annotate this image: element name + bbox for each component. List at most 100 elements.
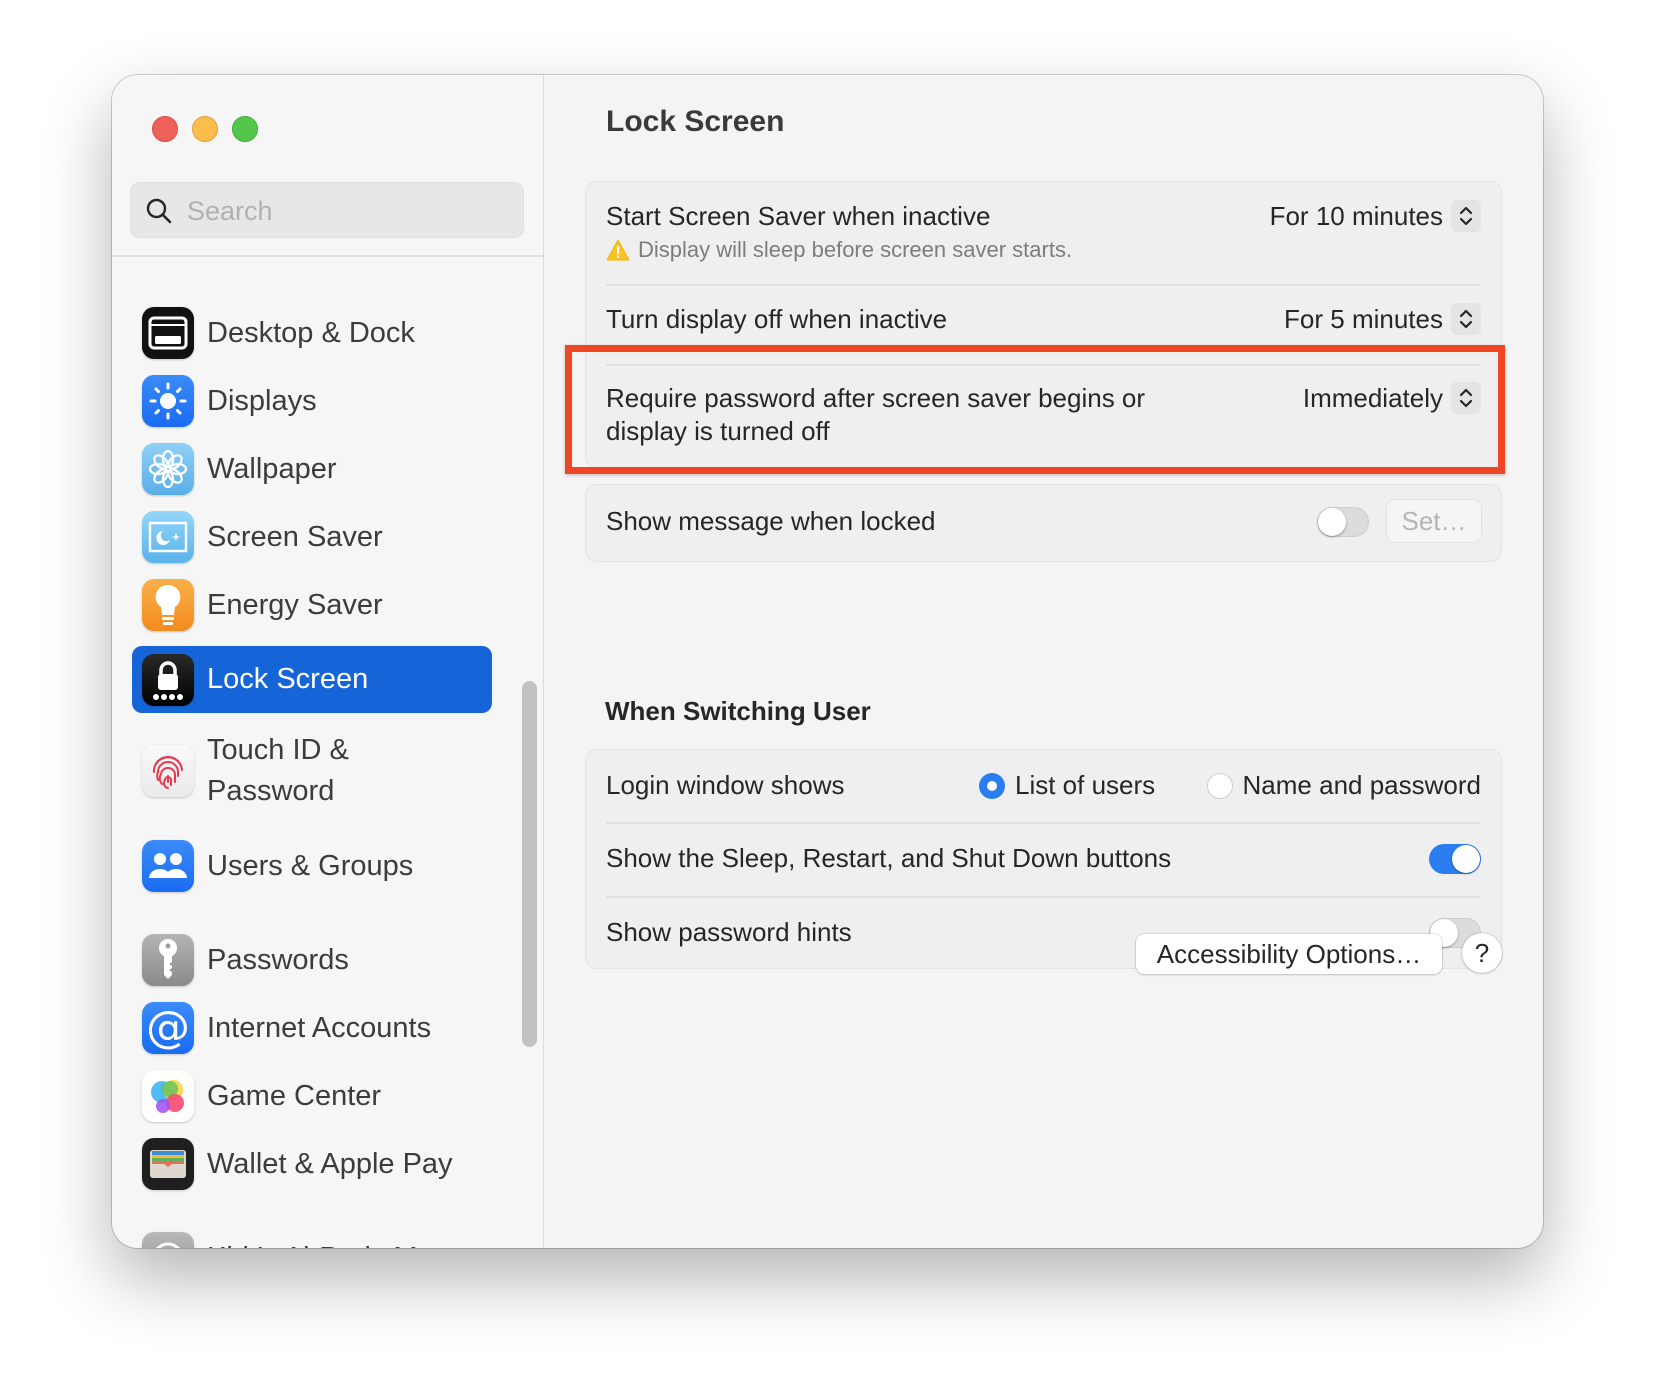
up-down-chevron-icon[interactable] [1451,200,1481,232]
warning-icon [606,239,630,261]
sleep-restart-label: Show the Sleep, Restart, and Shut Down b… [606,843,1172,873]
search-icon [146,198,172,224]
radio-unchecked-icon [1206,772,1233,799]
sidebar-item-users-groups[interactable]: Users & Groups [132,840,492,892]
require-password-label-line1: Require password after screen saver begi… [606,383,1146,413]
sidebar-scrollbar[interactable] [522,681,537,1047]
sidebar-item-label-line1: Touch ID & [207,734,349,766]
displays-icon [142,375,194,427]
sidebar-item-label: Passwords [207,943,349,976]
sidebar-item-displays[interactable]: Displays [132,375,492,427]
sidebar-item-wallpaper[interactable]: Wallpaper [132,443,492,495]
radio-checked-icon [979,772,1005,799]
sidebar-item-label: Game Center [207,1079,382,1112]
radio-label: Name and password [1242,770,1481,800]
sidebar-item-label: Lock Screen [207,663,369,695]
login-window-label: Login window shows [606,770,845,800]
turn-display-off-row: Turn display off when inactive For 5 min… [606,303,1481,339]
screen-saver-icon [142,511,194,563]
wallet-icon [142,1138,194,1190]
sidebar: Desktop & Dock Displays Wallpaper Screen… [112,75,544,1248]
accessibility-options-button[interactable]: Accessibility Options… [1136,934,1442,974]
sleep-restart-toggle[interactable] [1429,844,1481,874]
energy-saver-icon [142,579,194,631]
sidebar-item-lock-screen[interactable]: Lock Screen [132,646,492,713]
require-password-delay-popup[interactable]: Immediately [1303,382,1481,414]
users-groups-icon [142,840,194,892]
screen-saver-settings-group: Start Screen Saver when inactive Display… [585,181,1502,469]
set-message-button[interactable]: Set… [1387,500,1481,542]
lock-screen-pane: Lock Screen Start Screen Saver when inac… [544,75,1543,1248]
wallpaper-icon [142,443,194,495]
sidebar-item-label: Internet Accounts [207,1011,432,1044]
display-off-delay-value: For 5 minutes [1284,303,1443,334]
radio-label: List of users [1015,770,1156,800]
lock-screen-icon [142,653,194,706]
search-input[interactable] [185,191,509,231]
require-password-label: Require password after screen saver begi… [606,382,1145,448]
search-field[interactable] [130,182,524,238]
sidebar-item-touch-id-password[interactable]: Touch ID & Password [132,723,492,819]
sidebar-item-label: Wallpaper [207,452,337,485]
touch-id-icon [142,745,194,797]
start-screen-saver-row: Start Screen Saver when inactive Display… [606,200,1481,270]
help-icon: ? [1474,937,1490,968]
sidebar-item-internet-accounts[interactable]: @ Internet Accounts [132,1002,492,1054]
row-divider [606,822,1481,824]
close-window-button[interactable] [152,116,178,142]
sidebar-item-passwords[interactable]: Passwords [132,934,492,986]
sidebar-item-wallet-apple-pay[interactable]: Wallet & Apple Pay [132,1138,492,1190]
sidebar-item-label: Touch ID & Password [207,730,349,812]
show-message-row: Show message when locked Set… [606,500,1481,542]
radio-list-of-users[interactable]: List of users [979,770,1155,801]
when-switching-user-heading: When Switching User [605,696,871,726]
airpods-max-icon [142,1232,194,1248]
sidebar-item-label: Screen Saver [207,520,383,553]
require-password-label-line2: display is turned off [606,416,830,446]
sidebar-separator [112,255,543,257]
sidebar-item-label: Energy Saver [207,588,383,621]
sidebar-item-label: Desktop & Dock [207,316,415,349]
up-down-chevron-icon[interactable] [1451,382,1481,414]
help-button[interactable]: ? [1462,933,1502,973]
row-divider [606,364,1481,366]
sidebar-item-label: Users & Groups [207,849,414,882]
show-message-label: Show message when locked [606,506,936,536]
login-window-row: Login window shows List of users Name an… [606,769,1481,805]
up-down-chevron-icon[interactable] [1451,303,1481,335]
minimize-window-button[interactable] [192,116,218,142]
sidebar-item-energy-saver[interactable]: Energy Saver [132,579,492,631]
warning-text: Display will sleep before screen saver s… [638,237,1073,262]
show-message-group: Show message when locked Set… [585,484,1502,562]
sidebar-item-label: Displays [207,384,317,417]
page-title: Lock Screen [606,105,785,138]
require-password-row: Require password after screen saver begi… [606,382,1481,452]
radio-name-and-password[interactable]: Name and password [1206,770,1481,801]
sleep-restart-row: Show the Sleep, Restart, and Shut Down b… [606,842,1481,878]
screen-saver-delay-popup[interactable]: For 10 minutes [1270,200,1481,232]
sidebar-item-desktop-dock[interactable]: Desktop & Dock [132,307,492,359]
sidebar-item-label: Kirk’s AirPods Max [207,1238,448,1249]
row-divider [606,896,1481,898]
toggle-knob [1452,845,1480,873]
display-off-delay-popup[interactable]: For 5 minutes [1284,303,1481,335]
show-message-toggle[interactable] [1317,507,1369,537]
passwords-key-icon [142,934,194,986]
sidebar-item-label-line2: Password [207,775,335,807]
sidebar-item-label: Wallet & Apple Pay [207,1147,453,1180]
require-password-delay-value: Immediately [1302,382,1443,413]
row-divider [606,284,1481,286]
turn-display-off-label: Turn display off when inactive [606,304,948,334]
zoom-window-button[interactable] [232,116,258,142]
toggle-knob [1318,508,1346,536]
password-hints-label: Show password hints [606,917,852,947]
game-center-icon [142,1070,194,1122]
start-screen-saver-label: Start Screen Saver when inactive [606,201,991,231]
screen-saver-delay-value: For 10 minutes [1269,200,1443,231]
screen-saver-warning: Display will sleep before screen saver s… [606,237,1072,263]
sidebar-item-game-center[interactable]: Game Center [132,1070,492,1122]
sidebar-item-screen-saver[interactable]: Screen Saver [132,511,492,563]
desktop-dock-icon [142,307,194,359]
sidebar-item-airpods-max[interactable]: Kirk’s AirPods Max [132,1232,492,1248]
internet-accounts-icon: @ [142,1002,194,1054]
